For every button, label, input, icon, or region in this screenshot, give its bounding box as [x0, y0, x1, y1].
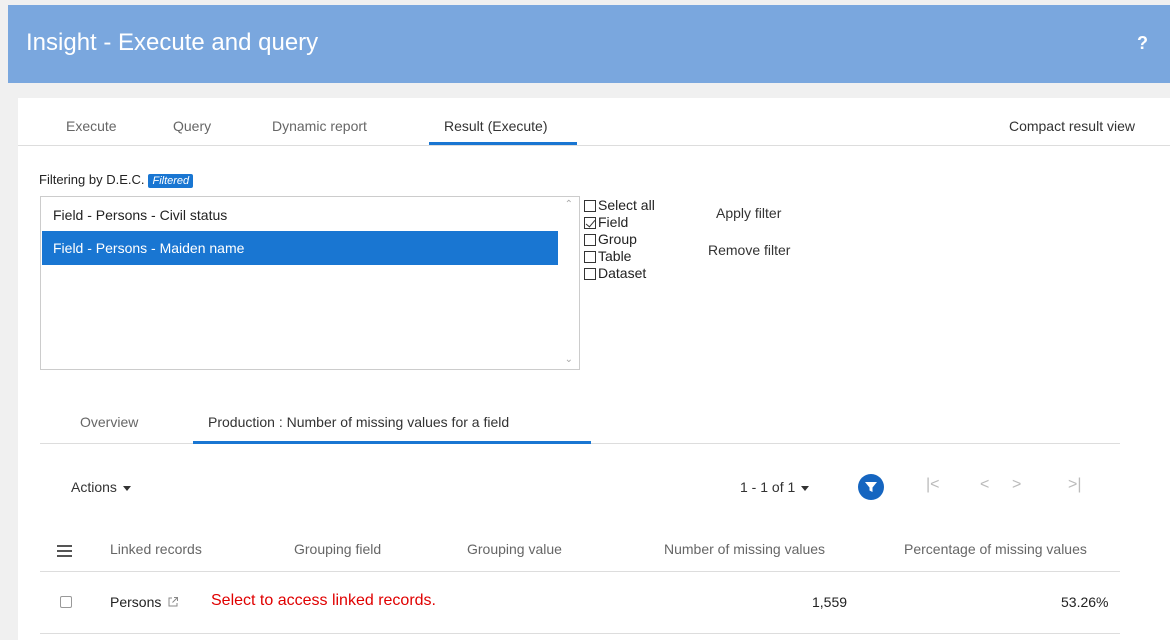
checkbox-checked-icon[interactable]	[584, 216, 596, 229]
subtab-overview[interactable]: Overview	[80, 414, 138, 430]
checkbox-field[interactable]: Field	[584, 214, 655, 231]
missing-values-cell: 1,559	[812, 594, 848, 610]
apply-filter-button[interactable]: Apply filter	[716, 205, 781, 221]
filter-label-text: Filtering by D.E.C.	[39, 172, 145, 187]
checkbox-group[interactable]: Group	[584, 231, 655, 248]
checkbox-label: Field	[598, 214, 629, 230]
prev-page-icon[interactable]: <	[980, 476, 989, 494]
percentage-cell: 53.26%	[1061, 594, 1109, 610]
filter-icon[interactable]	[858, 474, 884, 500]
checkbox-icon[interactable]	[584, 267, 596, 280]
table-row[interactable]: Persons Select to access linked records.…	[40, 572, 1120, 634]
header-linked-records[interactable]: Linked records	[110, 541, 202, 557]
header-percentage-missing[interactable]: Percentage of missing values	[904, 541, 1087, 557]
result-subtabs: Overview Production : Number of missing …	[40, 404, 1120, 444]
linked-records-hint: Select to access linked records.	[211, 592, 436, 609]
chevron-down-icon	[801, 485, 810, 491]
subtab-production[interactable]: Production : Number of missing values fo…	[208, 414, 509, 430]
active-subtab-indicator	[193, 441, 591, 444]
list-item-civil-status[interactable]: Field - Persons - Civil status	[42, 198, 558, 232]
header-grouping-value[interactable]: Grouping value	[467, 541, 562, 557]
active-tab-indicator	[429, 142, 577, 145]
window-title: Insight - Execute and query	[26, 29, 319, 56]
tab-query[interactable]: Query	[173, 118, 211, 134]
main-panel: Execute Query Dynamic report Result (Exe…	[18, 98, 1170, 640]
actions-label: Actions	[71, 479, 117, 495]
help-button[interactable]: ?	[1137, 33, 1148, 54]
checkbox-icon[interactable]	[584, 250, 596, 263]
checkbox-table[interactable]: Table	[584, 248, 655, 265]
scroll-up-icon[interactable]: ⌃	[565, 199, 573, 210]
header-grouping-field[interactable]: Grouping field	[294, 541, 381, 557]
checkbox-label: Table	[598, 248, 632, 264]
tab-result-execute[interactable]: Result (Execute)	[444, 118, 547, 134]
title-bar: Insight - Execute and query ?	[8, 5, 1170, 83]
remove-filter-button[interactable]: Remove filter	[708, 242, 790, 258]
chevron-down-icon	[122, 485, 131, 491]
actions-dropdown[interactable]: Actions	[71, 479, 131, 495]
filtered-badge: Filtered	[148, 174, 194, 188]
table-header: Linked records Grouping field Grouping v…	[40, 528, 1120, 572]
checkbox-icon[interactable]	[584, 233, 596, 246]
scroll-down-icon[interactable]: ⌄	[565, 354, 573, 365]
first-page-icon[interactable]: |<	[926, 476, 940, 494]
filter-type-checkboxes: Select all Field Group Table Dataset	[584, 197, 655, 282]
checkbox-label: Dataset	[598, 265, 647, 281]
last-page-icon[interactable]: >|	[1068, 476, 1082, 494]
column-menu-icon[interactable]	[57, 545, 72, 560]
checkbox-label: Group	[598, 231, 637, 247]
next-page-icon[interactable]: >	[1012, 476, 1021, 494]
dec-listbox[interactable]: Field - Persons - Civil status Field - P…	[40, 196, 580, 370]
checkbox-select-all[interactable]: Select all	[584, 197, 655, 214]
tab-execute[interactable]: Execute	[66, 118, 117, 134]
external-link-icon[interactable]	[167, 595, 179, 611]
linked-records-cell[interactable]: Persons	[110, 594, 179, 611]
checkbox-label: Select all	[598, 197, 655, 213]
checkbox-dataset[interactable]: Dataset	[584, 265, 655, 282]
tab-dynamic-report[interactable]: Dynamic report	[272, 118, 367, 134]
row-checkbox[interactable]	[60, 596, 72, 608]
pagination-dropdown[interactable]: 1 - 1 of 1	[740, 479, 810, 495]
linked-records-link[interactable]: Persons	[110, 594, 161, 610]
checkbox-icon[interactable]	[584, 199, 596, 212]
main-tabs: Execute Query Dynamic report Result (Exe…	[18, 98, 1170, 146]
list-item-maiden-name[interactable]: Field - Persons - Maiden name	[42, 231, 558, 265]
header-missing-values[interactable]: Number of missing values	[664, 541, 825, 557]
compact-result-view-link[interactable]: Compact result view	[1009, 118, 1135, 134]
filter-label: Filtering by D.E.C. Filtered	[39, 172, 194, 188]
pagination-label: 1 - 1 of 1	[740, 479, 796, 495]
